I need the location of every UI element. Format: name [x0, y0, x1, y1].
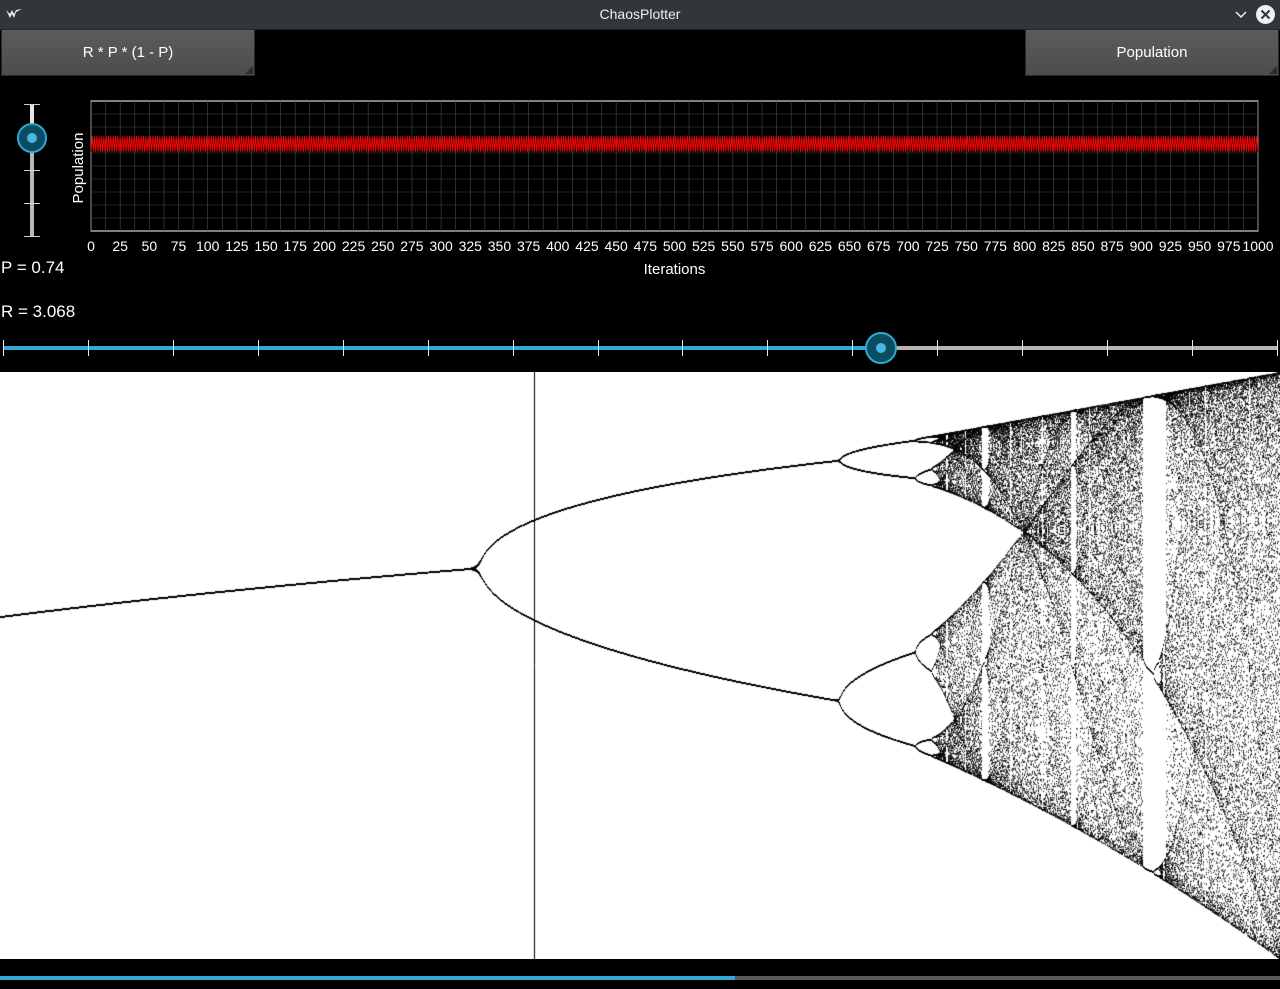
- x-tick-label: 375: [517, 238, 541, 254]
- x-tick-label: 125: [225, 238, 249, 254]
- x-tick-label: 675: [867, 238, 891, 254]
- x-tick-label: 850: [1071, 238, 1095, 254]
- x-tick-label: 425: [575, 238, 599, 254]
- r-slider-tick: [767, 340, 769, 356]
- x-axis-label: Iterations: [644, 261, 706, 278]
- x-tick-label: 1000: [1242, 238, 1273, 254]
- r-slider-tick: [342, 340, 344, 356]
- r-slider-tick: [597, 340, 599, 356]
- x-tick-label: 350: [488, 238, 512, 254]
- r-slider-tick: [1192, 340, 1194, 356]
- x-tick-label: 875: [1100, 238, 1124, 254]
- r-slider-tick: [87, 340, 89, 356]
- x-tick-label: 400: [546, 238, 570, 254]
- plot-mode-button[interactable]: Population: [1025, 29, 1279, 76]
- r-slider-tick: [937, 340, 939, 356]
- window-title: ChaosPlotter: [599, 6, 681, 22]
- x-tick-label: 275: [400, 238, 424, 254]
- r-slider-tick: [257, 340, 259, 356]
- x-tick-label: 600: [780, 238, 804, 254]
- x-tick-label: 775: [984, 238, 1008, 254]
- x-tick-label: 800: [1013, 238, 1037, 254]
- x-tick-label: 975: [1217, 238, 1241, 254]
- x-tick-label: 750: [955, 238, 979, 254]
- r-slider-tick: [3, 340, 4, 356]
- x-tick-label: 175: [284, 238, 308, 254]
- x-tick-label: 900: [1130, 238, 1154, 254]
- close-button[interactable]: [1256, 5, 1275, 24]
- x-tick-label: 250: [371, 238, 395, 254]
- x-tick-label: 75: [171, 238, 187, 254]
- title-bar: ChaosPlotter: [0, 0, 1280, 30]
- x-tick-label: 325: [459, 238, 483, 254]
- x-tick-label: 550: [721, 238, 745, 254]
- x-tick-label: 650: [838, 238, 862, 254]
- r-value-label: R = 3.068: [1, 302, 76, 321]
- x-tick-label: 500: [663, 238, 687, 254]
- r-slider-tick: [852, 340, 854, 356]
- x-tick-label: 225: [342, 238, 366, 254]
- x-tick-label: 150: [254, 238, 278, 254]
- close-icon: [1260, 9, 1271, 20]
- chevron-down-icon[interactable]: [1233, 7, 1249, 23]
- plot-mode-button-label: Population: [1116, 44, 1188, 61]
- app-logo-icon: [6, 9, 22, 18]
- y-axis-label: Population: [70, 133, 87, 204]
- r-slider-tick: [427, 340, 429, 356]
- population-chart: 0 25 50 75 100 125 150 175 200 225 250 275 300 325 350…: [70, 100, 1274, 278]
- r-slider-tick: [1107, 340, 1109, 356]
- x-tick-label: 950: [1188, 238, 1212, 254]
- render-progress-fill: [0, 976, 735, 980]
- bifurcation-diagram[interactable]: [0, 372, 1280, 959]
- x-tick-label: 925: [1159, 238, 1183, 254]
- r-slider-tick: [1022, 340, 1024, 356]
- p-value-label: P = 0.74: [1, 258, 65, 277]
- r-slider-tick: [682, 340, 684, 356]
- x-tick-label: 0: [87, 238, 95, 254]
- x-tick-label: 100: [196, 238, 220, 254]
- x-tick-label: 450: [604, 238, 628, 254]
- x-tick-label: 25: [112, 238, 128, 254]
- x-tick-label: 575: [750, 238, 774, 254]
- x-tick-label: 625: [809, 238, 833, 254]
- x-tick-label: 700: [896, 238, 920, 254]
- x-tick-label: 525: [692, 238, 716, 254]
- x-tick-label: 50: [142, 238, 158, 254]
- formula-button[interactable]: R * P * (1 - P): [1, 29, 255, 76]
- r-slider-tick: [512, 340, 514, 356]
- x-tick-label: 300: [429, 238, 453, 254]
- x-tick-label: 200: [313, 238, 337, 254]
- r-slider-fill: [3, 346, 881, 350]
- r-slider-tick: [1276, 340, 1278, 356]
- r-slider-handle[interactable]: [864, 332, 897, 364]
- x-tick-label: 725: [925, 238, 949, 254]
- r-slider-tick: [172, 340, 174, 356]
- formula-button-label: R * P * (1 - P): [82, 44, 174, 61]
- x-tick-label: 475: [634, 238, 658, 254]
- x-tick-label: 825: [1042, 238, 1066, 254]
